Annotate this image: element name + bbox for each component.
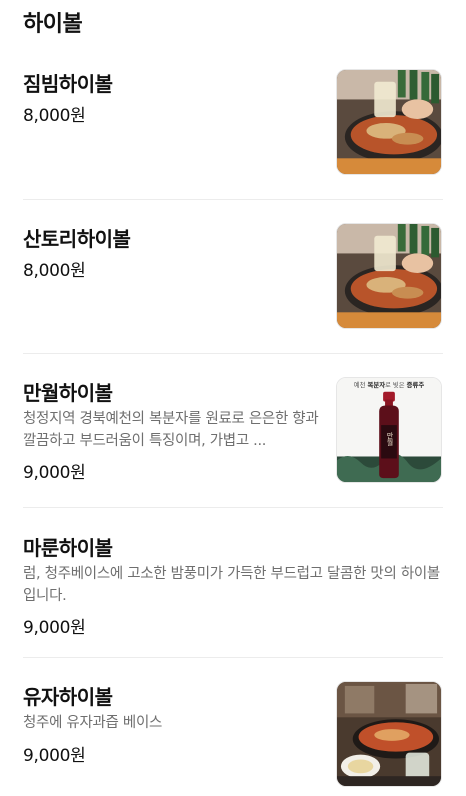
item-price: 9,000원 — [23, 463, 86, 483]
item-name: 산토리하이볼 — [23, 227, 131, 251]
item-name: 유자하이볼 — [23, 685, 113, 709]
item-price: 9,000원 — [23, 746, 86, 766]
item-name: 만월하이볼 — [23, 381, 113, 405]
item-photo[interactable] — [336, 69, 442, 175]
divider — [23, 199, 443, 200]
item-photo[interactable] — [336, 223, 442, 329]
item-description: 럼, 청주베이스에 고소한 밤풍미가 가득한 부드럽고 달콤한 맛의 하이볼입니… — [23, 566, 440, 604]
divider — [23, 353, 443, 354]
item-photo[interactable]: 예천 복분자로 빚은 증류주 만월 — [336, 377, 442, 483]
item-name: 짐빔하이볼 — [23, 72, 113, 96]
item-price: 8,000원 — [23, 261, 86, 281]
item-price: 9,000원 — [23, 618, 86, 638]
item-name: 마룬하이볼 — [23, 536, 113, 560]
highball-dish-photo — [337, 70, 441, 174]
section-title: 하이볼 — [23, 12, 83, 37]
highball-dish-photo — [337, 224, 441, 328]
item-description: 청정지역 경북예천의 복분자를 원료로 은은한 향과 깔끔하고 부드러움이 특징… — [23, 411, 319, 449]
divider — [23, 657, 443, 658]
bokbunja-bottle-photo: 예천 복분자로 빚은 증류주 만월 — [337, 378, 441, 482]
item-price: 8,000원 — [23, 106, 86, 126]
item-photo[interactable] — [336, 681, 442, 787]
bottle-label: 만월 — [385, 431, 393, 446]
poster-text: 예천 복분자로 빚은 증류주 — [354, 380, 425, 389]
item-description: 청주에 유자과즙 베이스 — [23, 715, 163, 731]
table-dish-photo — [337, 682, 441, 786]
menu-page: 하이볼 짐빔하이볼 8,000원 산토리하이볼 8,000원 만월하이볼 청정지… — [0, 0, 466, 796]
divider — [23, 507, 443, 508]
